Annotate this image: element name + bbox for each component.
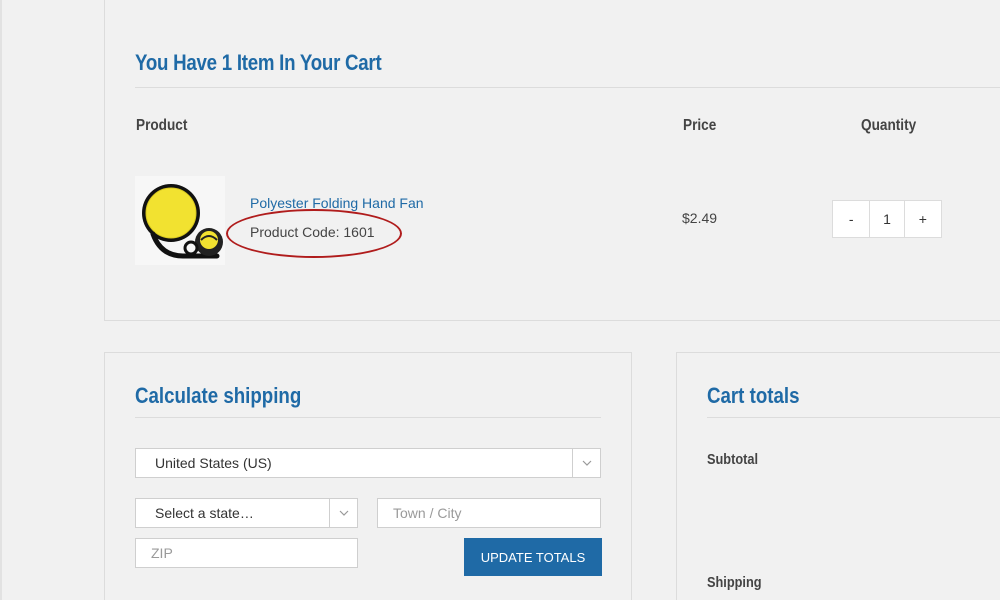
- cart-panel: You Have 1 Item In Your Cart Product Pri…: [104, 0, 1000, 321]
- city-input[interactable]: [377, 498, 601, 528]
- shipping-label: Shipping: [707, 574, 762, 591]
- column-header-quantity: Quantity: [861, 117, 917, 134]
- column-header-product: Product: [136, 117, 188, 134]
- chevron-down-icon: [329, 499, 357, 527]
- state-select-value: Select a state…: [155, 505, 254, 521]
- annotation-highlight-ellipse: [226, 209, 402, 258]
- yellow-folding-fan-icon: [135, 176, 225, 265]
- cart-totals-panel: Cart totals Subtotal Shipping: [676, 352, 1000, 600]
- country-select[interactable]: United States (US): [135, 448, 601, 478]
- cart-title: You Have 1 Item In Your Cart: [135, 50, 382, 75]
- column-header-price: Price: [683, 117, 717, 134]
- update-totals-button[interactable]: UPDATE TOTALS: [464, 538, 602, 576]
- shipping-title-divider: [135, 417, 601, 418]
- quantity-decrement-button[interactable]: -: [833, 201, 869, 237]
- cart-totals-title: Cart totals: [707, 383, 800, 408]
- subtotal-label: Subtotal: [707, 451, 758, 468]
- cart-page: You Have 1 Item In Your Cart Product Pri…: [0, 0, 1000, 600]
- quantity-value-input[interactable]: 1: [869, 201, 905, 237]
- chevron-down-icon: [572, 449, 600, 477]
- cart-title-divider: [135, 87, 1000, 88]
- shipping-title: Calculate shipping: [135, 383, 302, 408]
- calculate-shipping-panel: Calculate shipping United States (US) Se…: [104, 352, 632, 600]
- state-select[interactable]: Select a state…: [135, 498, 358, 528]
- zip-input[interactable]: [135, 538, 358, 568]
- product-thumbnail[interactable]: [135, 176, 225, 265]
- quantity-increment-button[interactable]: +: [905, 201, 941, 237]
- country-select-value: United States (US): [155, 455, 272, 471]
- cart-totals-divider: [707, 417, 1000, 418]
- product-name-link[interactable]: Polyester Folding Hand Fan: [250, 195, 424, 211]
- product-price: $2.49: [682, 210, 718, 226]
- page-edge-divider: [0, 0, 2, 600]
- quantity-stepper: - 1 +: [832, 200, 942, 238]
